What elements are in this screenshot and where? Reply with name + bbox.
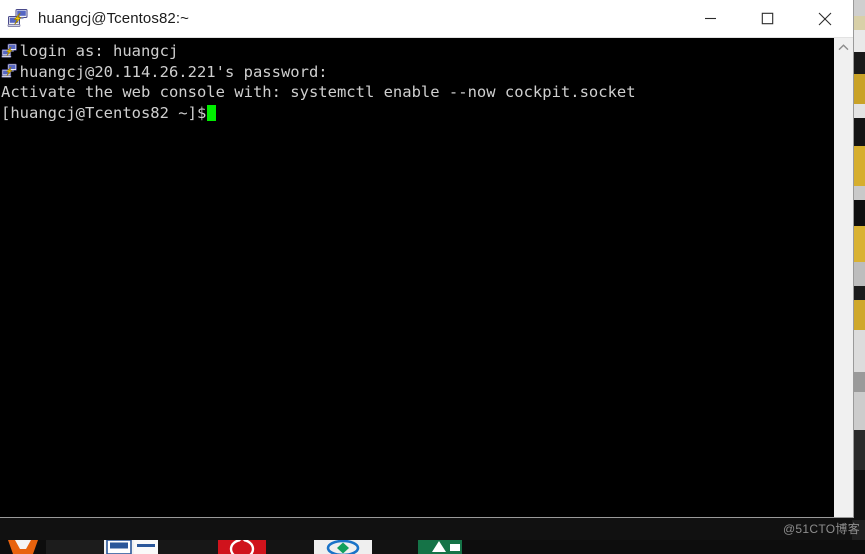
close-icon [818,12,831,25]
terminal-area: login as: huangcj huangcj@20.114.26.221'… [0,38,853,517]
minimize-icon [705,17,716,20]
taskbar-icon-dark-4[interactable] [372,540,418,554]
taskbar-icon-dark-5[interactable] [462,540,865,554]
terminal-line: Activate the web console with: systemctl… [1,83,636,102]
minimize-button[interactable] [682,0,739,37]
terminal-prompt: [huangcj@Tcentos82 ~]$ [1,103,207,122]
taskbar-icon-word[interactable] [104,540,134,554]
terminal-output[interactable]: login as: huangcj huangcj@20.114.26.221'… [0,38,833,517]
putty-window: huangcj@Tcentos82:~ login as: huangcj hu… [0,0,854,518]
taskbar-icon-dark-1[interactable] [46,540,104,554]
maximize-button[interactable] [739,0,796,37]
taskbar-icon-dark-2[interactable] [158,540,218,554]
screenshot-root: huangcj@Tcentos82:~ login as: huangcj hu… [0,0,865,554]
scrollbar-down-button[interactable] [834,499,853,517]
terminal-scrollbar[interactable] [833,38,853,517]
putty-icon [1,63,18,80]
taskbar-icon-opera[interactable] [218,540,266,554]
scrollbar-up-button[interactable] [834,38,853,56]
terminal-cursor [207,104,217,121]
window-controls [682,0,853,37]
taskbar-icon-excel[interactable] [134,540,158,554]
terminal-line: huangcj@20.114.26.221's password: [1,62,328,81]
putty-icon [7,8,29,30]
taskbar-icon-vlc[interactable] [0,540,46,554]
taskbar-icon-dark-3[interactable] [266,540,314,554]
close-button[interactable] [796,0,853,37]
taskbar-icon-vscode[interactable] [314,540,372,554]
window-title: huangcj@Tcentos82:~ [38,10,189,27]
windows-taskbar[interactable] [0,540,865,554]
chevron-up-icon [838,43,849,50]
terminal-prompt-line: [huangcj@Tcentos82 ~]$ [0,103,833,124]
maximize-icon [761,12,774,25]
scrollbar-thumb[interactable] [834,56,853,476]
terminal-line: login as: huangcj [1,42,179,60]
taskbar-icon-green-app[interactable] [418,540,462,554]
putty-icon [1,43,18,60]
window-titlebar[interactable]: huangcj@Tcentos82:~ [0,0,853,38]
scrollbar-track[interactable] [834,56,853,499]
